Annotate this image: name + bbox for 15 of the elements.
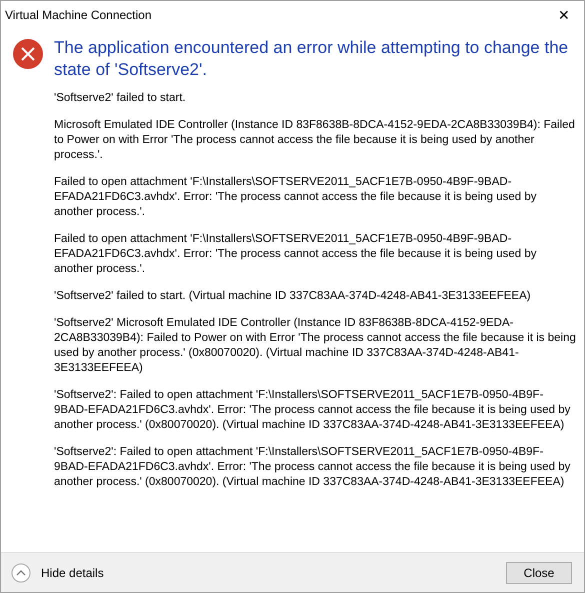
error-detail: 'Softserve2' Microsoft Emulated IDE Controller (Instance ID 83F8638B-8DCA-4152-9EDA-2CA8B33039B4): Failed to Power on with Error 'The process cannot access the file because it is being used by another process.' (0x80070020). (Virtual machine ID 337C83AA-374D-4248-AB41-3E3133EEFEEA) [54,316,576,376]
hide-details-button[interactable]: Hide details [11,562,104,582]
error-detail: 'Softserve2' failed to start. (Virtual machine ID 337C83AA-374D-4248-AB41-3E3133EEFEEA) [54,289,532,304]
chevron-icon [11,562,31,582]
close-button[interactable]: ✕ [554,8,574,22]
error-detail: 'Softserve2': Failed to open attachment 'F:\Installers\SOFTSERVE2011_5ACF1E7B-0950-4B9F-9BAD-EFADA21FD6C3.avhdx'. Error: 'The process cannot access the file because it is being used by another process.' (0x80070020). (Virtual machine ID 337C83AA-374D-4248-AB41-3E3133EEFEEA) [54,388,572,433]
error-heading: The application encountered an error while attempting to change the state of 'Softserve2'. [54,37,570,81]
error-detail: 'Softserve2' failed to start. [54,91,187,106]
close-dialog-button[interactable]: Close [506,562,572,584]
error-detail: Failed to open attachment 'F:\Installers\SOFTSERVE2011_5ACF1E7B-0950-4B9F-9BAD-EFADA21FD6C3.avhdx'. Error: 'The process cannot access the file because it is being used by another process.'. [54,232,538,277]
error-detail: 'Softserve2': Failed to open attachment 'F:\Installers\SOFTSERVE2011_5ACF1E7B-0950-4B9F-9BAD-EFADA21FD6C3.avhdx'. Error: 'The process cannot access the file because it is being used by another process.' (0x80070020). (Virtual machine ID 337C83AA-374D-4248-AB41-3E3133EEFEEA) [54,445,572,490]
error-icon [13,39,43,69]
error-detail: Microsoft Emulated IDE Controller (Instance ID 83F8638B-8DCA-4152-9EDA-2CA8B33039B4): Failed to Power on with Error 'The process cannot access the file because it is being used by another process.'. [54,118,576,163]
window-title: Virtual Machine Connection [5,7,152,24]
error-detail: Failed to open attachment 'F:\Installers\SOFTSERVE2011_5ACF1E7B-0950-4B9F-9BAD-EFADA21FD6C3.avhdx'. Error: 'The process cannot access the file because it is being used by another process.'. [54,175,538,220]
